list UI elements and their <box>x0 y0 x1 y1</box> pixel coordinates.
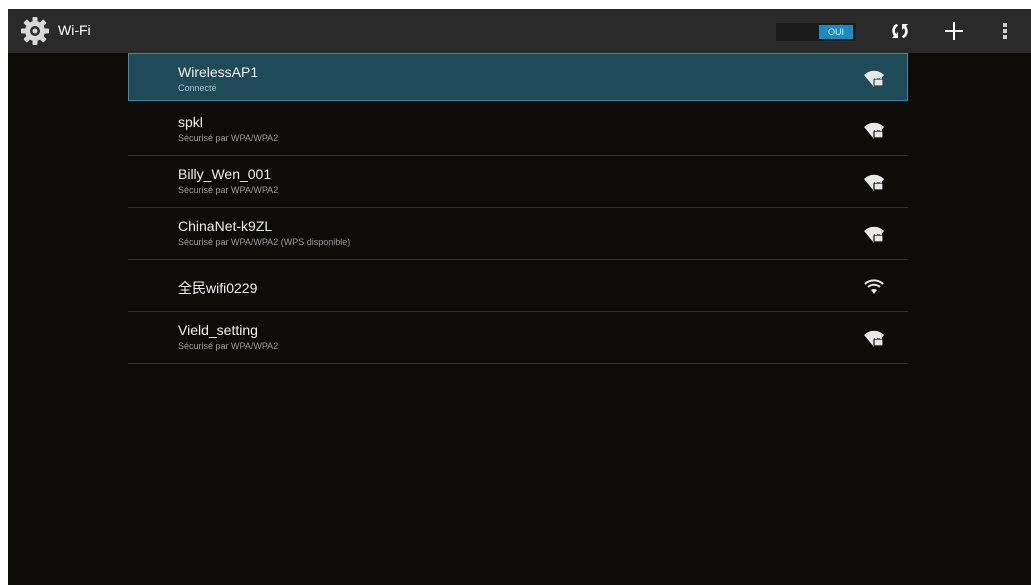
page-title: Wi-Fi <box>58 22 91 38</box>
wifi-icon <box>864 279 884 294</box>
network-ssid: 全民wifi0229 <box>178 280 258 296</box>
network-row[interactable]: 全民wifi0229 <box>128 260 908 312</box>
wifi-lock-icon <box>864 330 884 347</box>
wifi-lock-icon <box>864 226 884 243</box>
plus-icon[interactable] <box>938 15 970 47</box>
action-bar: Wi-Fi OUI <box>8 9 1031 53</box>
network-row[interactable]: Vield_setting Sécurisé par WPA/WPA2 <box>128 312 908 364</box>
wifi-lock-icon <box>864 174 884 191</box>
wifi-settings-screen: Wi-Fi OUI WirelessAP1 Connecté spkl Sécu… <box>8 9 1031 585</box>
network-row[interactable]: ChinaNet-k9ZL Sécurisé par WPA/WPA2 (WPS… <box>128 208 908 260</box>
network-ssid: Billy_Wen_001 <box>178 166 272 182</box>
network-row[interactable]: spkl Sécurisé par WPA/WPA2 <box>128 104 908 156</box>
gear-icon[interactable] <box>20 16 50 46</box>
network-status: Sécurisé par WPA/WPA2 (WPS disponible) <box>178 237 351 247</box>
network-status: Sécurisé par WPA/WPA2 <box>178 185 279 195</box>
network-ssid: Vield_setting <box>178 322 258 338</box>
network-list: WirelessAP1 Connecté spkl Sécurisé par W… <box>128 53 908 364</box>
wifi-lock-icon <box>864 70 884 87</box>
network-status: Sécurisé par WPA/WPA2 <box>178 133 279 143</box>
scan-icon[interactable] <box>884 15 916 47</box>
overflow-menu-icon[interactable] <box>989 15 1021 47</box>
network-ssid: spkl <box>178 114 203 130</box>
network-status: Connecté <box>178 83 217 93</box>
network-ssid: ChinaNet-k9ZL <box>178 218 273 234</box>
wifi-toggle[interactable]: OUI <box>776 23 856 41</box>
network-row[interactable]: WirelessAP1 Connecté <box>128 53 908 101</box>
network-row[interactable]: Billy_Wen_001 Sécurisé par WPA/WPA2 <box>128 156 908 208</box>
network-status: Sécurisé par WPA/WPA2 <box>178 341 279 351</box>
network-ssid: WirelessAP1 <box>178 64 259 80</box>
wifi-toggle-label: OUI <box>819 25 853 39</box>
wifi-lock-icon <box>864 122 884 139</box>
